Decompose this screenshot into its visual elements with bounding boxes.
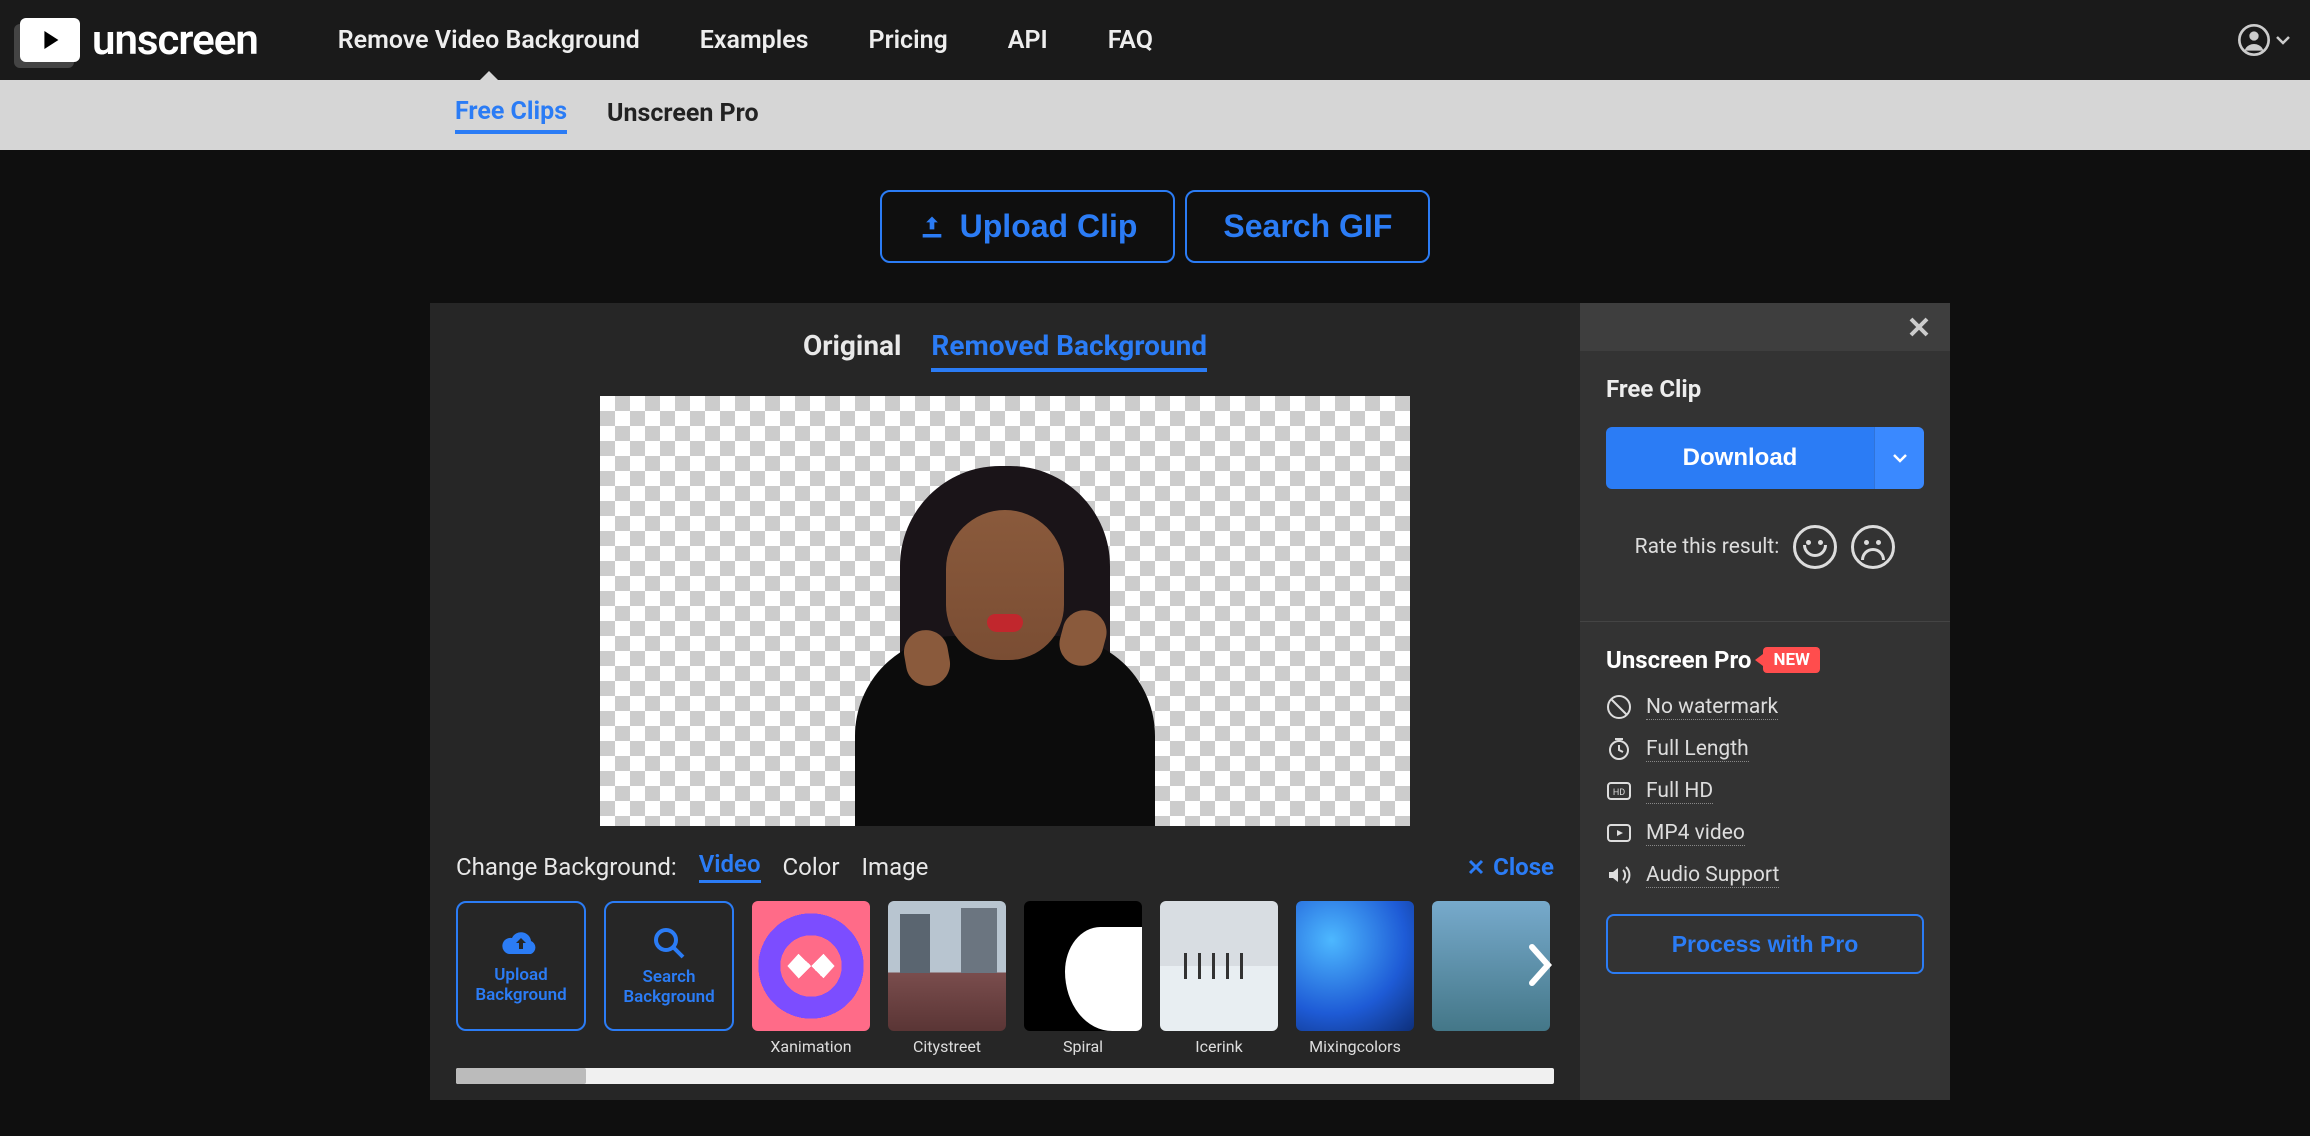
download-options-button[interactable]	[1874, 427, 1924, 489]
feature-label: No watermark	[1646, 695, 1778, 720]
next-thumbs-button[interactable]	[1526, 943, 1554, 987]
user-icon	[2238, 24, 2270, 56]
audio-icon	[1606, 862, 1632, 888]
rate-sad-button[interactable]	[1851, 525, 1895, 569]
pro-header: Unscreen Pro NEW	[1606, 646, 1924, 674]
feature-label: MP4 video	[1646, 821, 1745, 846]
nav-examples[interactable]: Examples	[700, 26, 809, 55]
user-menu[interactable]	[2238, 24, 2290, 56]
logo-icon	[20, 18, 80, 62]
download-group: Download	[1606, 427, 1924, 489]
thumb-label: Icerink	[1195, 1037, 1242, 1056]
close-icon	[1908, 316, 1930, 338]
feature-label: Audio Support	[1646, 863, 1779, 888]
subtab-free-clips[interactable]: Free Clips	[455, 97, 567, 134]
upload-clip-label: Upload Clip	[960, 208, 1138, 245]
rate-happy-button[interactable]	[1793, 525, 1837, 569]
upload-bg-label: Upload Background	[458, 965, 584, 1006]
rate-label: Rate this result:	[1635, 535, 1780, 559]
video-preview	[600, 396, 1410, 826]
close-icon	[1467, 858, 1485, 876]
search-gif-label: Search GIF	[1223, 208, 1392, 245]
pro-section: Unscreen Pro NEW No watermark Full Lengt…	[1580, 622, 1950, 998]
feature-full-length[interactable]: Full Length	[1606, 736, 1924, 762]
logo[interactable]: unscreen	[20, 16, 258, 65]
free-clip-section: Free Clip Download Rate this result:	[1580, 351, 1950, 593]
caret-down-icon	[2276, 35, 2290, 45]
caret-down-icon	[1893, 453, 1907, 463]
nav-remove-video-background[interactable]: Remove Video Background	[338, 26, 640, 55]
search-icon	[651, 925, 687, 961]
pro-title: Unscreen Pro	[1606, 646, 1751, 674]
svg-text:HD: HD	[1613, 788, 1625, 798]
no-watermark-icon	[1606, 694, 1632, 720]
process-with-pro-button[interactable]: Process with Pro	[1606, 914, 1924, 974]
free-clip-title: Free Clip	[1606, 375, 1924, 403]
tab-removed-background[interactable]: Removed Background	[931, 329, 1207, 372]
feature-label: Full HD	[1646, 779, 1713, 804]
search-gif-button[interactable]: Search GIF	[1185, 190, 1430, 263]
upload-clip-button[interactable]: Upload Clip	[880, 190, 1176, 263]
bg-tab-color[interactable]: Color	[783, 853, 840, 881]
thumb-image	[1296, 901, 1414, 1031]
close-panel-button[interactable]	[1908, 316, 1930, 338]
topbar: unscreen Remove Video Background Example…	[0, 0, 2310, 80]
logo-text: unscreen	[92, 16, 258, 65]
new-badge: NEW	[1763, 647, 1819, 673]
view-tabs: Original Removed Background	[456, 329, 1554, 372]
download-button[interactable]: Download	[1606, 427, 1874, 489]
feature-label: Full Length	[1646, 737, 1749, 762]
thumb-label: Mixingcolors	[1309, 1037, 1401, 1056]
rate-row: Rate this result:	[1606, 525, 1924, 569]
thumb-label: Xanimation	[770, 1037, 851, 1056]
scrollbar-thumb[interactable]	[456, 1068, 586, 1084]
bg-thumb-spiral[interactable]: Spiral	[1024, 901, 1142, 1056]
thumb-image	[1024, 901, 1142, 1031]
feature-audio[interactable]: Audio Support	[1606, 862, 1924, 888]
chevron-right-icon	[1526, 943, 1554, 987]
hd-icon: HD	[1606, 778, 1632, 804]
tab-original[interactable]: Original	[803, 329, 901, 372]
change-background-label: Change Background:	[456, 853, 677, 881]
nav-faq[interactable]: FAQ	[1108, 26, 1153, 55]
thumb-label: Citystreet	[913, 1037, 981, 1056]
thumb-label: Spiral	[1063, 1037, 1103, 1056]
thumbs-scrollbar[interactable]	[456, 1068, 1554, 1084]
background-thumbnails: Upload Background Search Background Xani…	[456, 901, 1554, 1056]
thumb-image	[1160, 901, 1278, 1031]
cloud-upload-icon	[501, 927, 541, 959]
thumb-image	[752, 901, 870, 1031]
search-background-button[interactable]: Search Background	[604, 901, 734, 1031]
feature-mp4[interactable]: MP4 video	[1606, 820, 1924, 846]
bg-tab-video[interactable]: Video	[699, 850, 761, 883]
feature-full-hd[interactable]: HD Full HD	[1606, 778, 1924, 804]
side-panel: Free Clip Download Rate this result: Uns…	[1580, 303, 1950, 1100]
workspace: Original Removed Background Change Backg…	[430, 303, 1950, 1100]
upload-background-button[interactable]: Upload Background	[456, 901, 586, 1031]
upload-icon	[918, 213, 946, 241]
video-icon	[1606, 820, 1632, 846]
bg-thumb-icerink[interactable]: Icerink	[1160, 901, 1278, 1056]
feature-no-watermark[interactable]: No watermark	[1606, 694, 1924, 720]
nav-pricing[interactable]: Pricing	[869, 26, 948, 55]
bg-thumb-xanimation[interactable]: Xanimation	[752, 901, 870, 1056]
search-bg-label: Search Background	[606, 967, 732, 1008]
bg-thumb-citystreet[interactable]: Citystreet	[888, 901, 1006, 1056]
subnav: Free Clips Unscreen Pro	[0, 80, 2310, 150]
primary-actions: Upload Clip Search GIF	[0, 150, 2310, 303]
change-background-row: Change Background: Video Color Image Clo…	[456, 850, 1554, 883]
bg-thumb-mixingcolors[interactable]: Mixingcolors	[1296, 901, 1414, 1056]
close-backgrounds[interactable]: Close	[1467, 853, 1554, 881]
subtab-unscreen-pro[interactable]: Unscreen Pro	[607, 99, 759, 132]
thumb-image	[888, 901, 1006, 1031]
main-panel: Original Removed Background Change Backg…	[430, 303, 1580, 1100]
bg-tab-image[interactable]: Image	[862, 853, 929, 881]
close-label: Close	[1493, 853, 1554, 881]
nav-api[interactable]: API	[1008, 26, 1048, 55]
side-header	[1580, 303, 1950, 351]
person-cutout	[835, 446, 1175, 826]
clock-icon	[1606, 736, 1632, 762]
